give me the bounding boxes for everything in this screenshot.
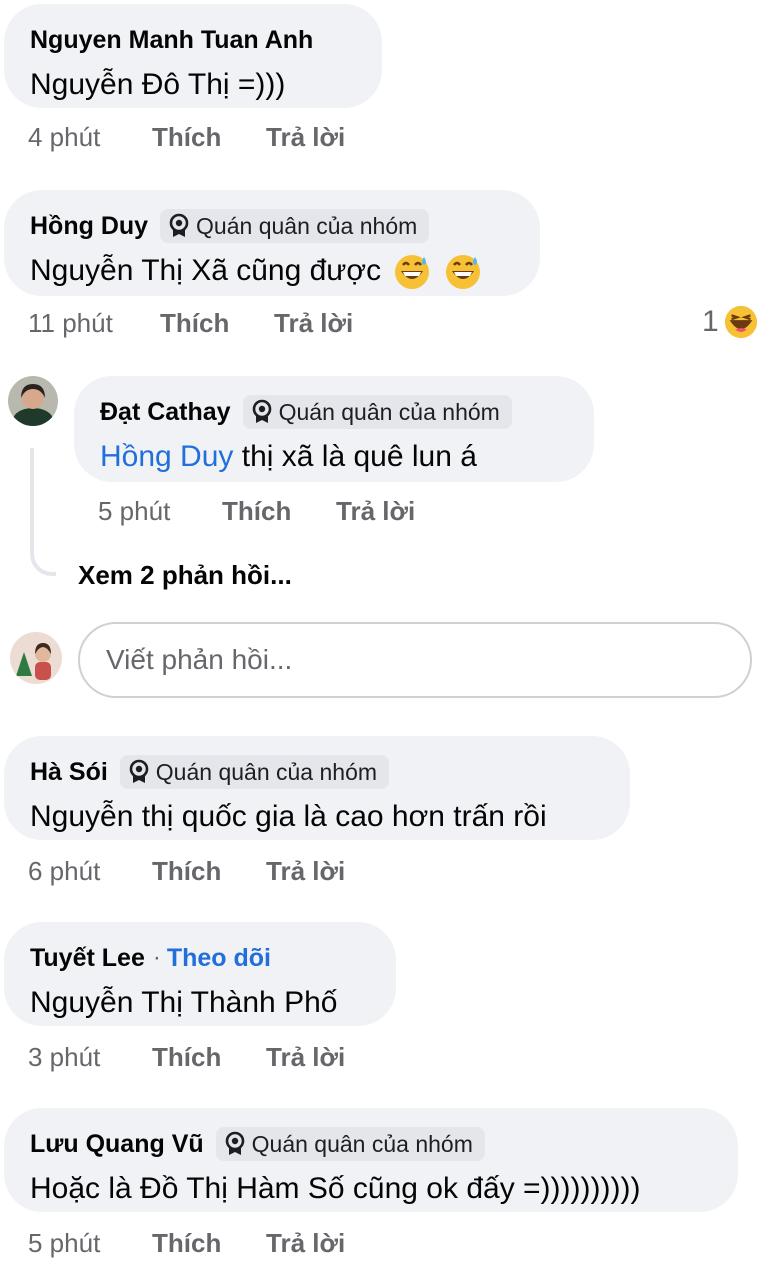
reply-button[interactable]: Trả lời — [266, 1228, 345, 1259]
champion-badge-icon — [169, 213, 189, 237]
comment-time[interactable]: 11 phút — [28, 308, 160, 339]
reply-button[interactable]: Trả lời — [274, 308, 353, 339]
comment-author[interactable]: Hà Sói — [30, 758, 108, 787]
grinning-sweat-emoji — [445, 255, 480, 290]
like-button[interactable]: Thích — [222, 496, 336, 527]
comment-author[interactable]: Tuyết Lee — [30, 944, 145, 973]
comment-actions: 5 phút Thích Trả lời — [98, 496, 415, 527]
thread-line — [30, 448, 56, 576]
badge-label: Quán quân của nhóm — [196, 212, 418, 239]
champion-badge: Quán quân của nhóm — [215, 1127, 485, 1161]
like-button[interactable]: Thích — [152, 1228, 266, 1259]
comment-time[interactable]: 5 phút — [28, 1228, 152, 1259]
comment-time[interactable]: 6 phút — [28, 856, 152, 887]
comment-author[interactable]: Hồng Duy — [30, 212, 148, 241]
comment-actions: 4 phút Thích Trả lời — [28, 122, 345, 153]
comment-time[interactable]: 5 phút — [98, 496, 222, 527]
champion-badge-icon — [129, 759, 149, 783]
user-avatar-image — [10, 632, 62, 684]
comment-bubble: Hà Sói Quán quân của nhóm Nguyễn thị quố… — [4, 736, 630, 840]
reaction-count: 1 — [702, 305, 719, 338]
reply-button[interactable]: Trả lời — [336, 496, 415, 527]
champion-badge-icon — [225, 1131, 244, 1155]
reply-input[interactable]: Viết phản hồi... — [78, 622, 752, 698]
like-button[interactable]: Thích — [152, 856, 266, 887]
comment-time[interactable]: 3 phút — [28, 1042, 152, 1073]
like-button[interactable]: Thích — [160, 308, 274, 339]
mention-link[interactable]: Hồng Duy — [100, 440, 233, 473]
comment-actions: 11 phút Thích Trả lời — [28, 308, 353, 339]
champion-badge-icon — [252, 399, 271, 423]
comment-text: Nguyễn thị quốc gia là cao hơn trấn rồi — [30, 800, 547, 833]
comment-author[interactable]: Đạt Cathay — [100, 398, 231, 427]
user-avatar-image — [8, 376, 58, 426]
comment-bubble: Lưu Quang Vũ Quán quân của nhóm Hoặc là … — [4, 1108, 738, 1212]
champion-badge: Quán quân của nhóm — [119, 755, 390, 789]
grinning-sweat-emoji — [395, 255, 430, 290]
badge-label: Quán quân của nhóm — [278, 398, 500, 425]
comment-author[interactable]: Nguyen Manh Tuan Anh — [30, 26, 313, 55]
badge-label: Quán quân của nhóm — [155, 758, 378, 785]
current-user-avatar — [10, 632, 62, 684]
like-button[interactable]: Thích — [152, 1042, 266, 1073]
reply-bubble: Đạt Cathay Quán quân của nhóm Hồng Duy t… — [74, 376, 594, 482]
comment-actions: 3 phút Thích Trả lời — [28, 1042, 345, 1073]
reaction-summary[interactable]: 1 — [702, 304, 759, 340]
comment-text: Hồng Duy thị xã là quê lun á — [100, 440, 477, 473]
comment-time[interactable]: 4 phút — [28, 122, 152, 153]
avatar[interactable] — [8, 376, 58, 426]
comment-bubble: Tuyết Lee · Theo dõi Nguyễn Thị Thành Ph… — [4, 922, 396, 1026]
separator-dot: · — [152, 944, 161, 971]
comment-actions: 6 phút Thích Trả lời — [28, 856, 345, 887]
champion-badge: Quán quân của nhóm — [160, 209, 430, 243]
laughing-emoji — [724, 305, 757, 339]
reply-button[interactable]: Trả lời — [266, 122, 345, 153]
champion-badge: Quán quân của nhóm — [242, 395, 512, 429]
comment-text: Nguyễn Thị Thành Phố — [30, 986, 338, 1019]
comment-actions: 5 phút Thích Trả lời — [28, 1228, 345, 1259]
comment-text: Nguyễn Thị Xã cũng được — [30, 250, 514, 292]
comment-text: Nguyễn Đô Thị =))) — [30, 68, 286, 101]
badge-label: Quán quân của nhóm — [251, 1130, 473, 1157]
comment-bubble: Nguyen Manh Tuan Anh Nguyễn Đô Thị =))) — [4, 4, 382, 108]
comment-text: Hoặc là Đồ Thị Hàm Số cũng ok đấy =)))))… — [30, 1172, 641, 1205]
reply-button[interactable]: Trả lời — [266, 856, 345, 887]
comment-author[interactable]: Lưu Quang Vũ — [30, 1130, 204, 1159]
comment-bubble: Hồng Duy Quán quân của nhóm Nguyễn Thị X… — [4, 190, 540, 296]
reply-button[interactable]: Trả lời — [266, 1042, 345, 1073]
like-button[interactable]: Thích — [152, 122, 266, 153]
view-replies-link[interactable]: Xem 2 phản hồi... — [78, 560, 292, 591]
follow-button[interactable]: Theo dõi — [167, 944, 271, 973]
